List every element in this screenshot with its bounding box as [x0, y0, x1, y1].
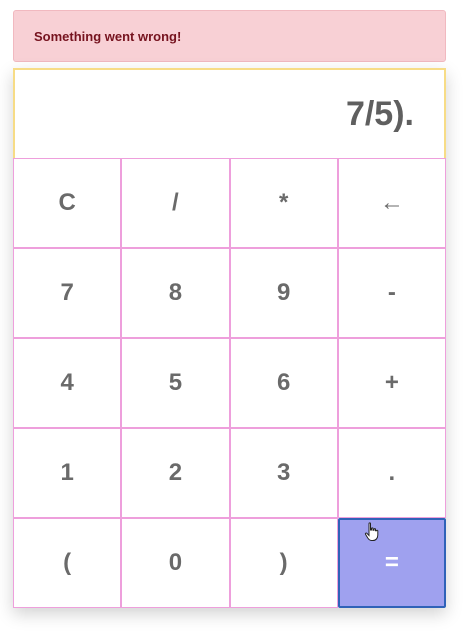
multiply-button[interactable]: *: [229, 158, 338, 248]
page: Something went wrong! 7/5). C / * ← 7 8 …: [0, 0, 465, 637]
digit-5-button[interactable]: 5: [121, 338, 230, 428]
digit-7-button[interactable]: 7: [13, 248, 122, 338]
digit-1-button[interactable]: 1: [13, 428, 122, 518]
digit-4-button[interactable]: 4: [13, 338, 122, 428]
digit-9-button[interactable]: 9: [229, 248, 338, 338]
digit-6-button[interactable]: 6: [229, 338, 338, 428]
equals-label: =: [384, 549, 399, 576]
add-button[interactable]: +: [337, 338, 446, 428]
error-message: Something went wrong!: [34, 28, 182, 44]
divide-button[interactable]: /: [121, 158, 230, 248]
close-paren-button[interactable]: ): [229, 518, 338, 608]
display-value: 7/5).: [345, 94, 414, 133]
digit-8-button[interactable]: 8: [121, 248, 230, 338]
error-alert: Something went wrong!: [13, 10, 446, 62]
keypad: C / * ← 7 8 9 - 4 5 6 + 1 2 3 . ( 0 ) =: [13, 158, 446, 608]
hand-pointer-icon: [364, 522, 379, 541]
open-paren-button[interactable]: (: [13, 518, 122, 608]
subtract-button[interactable]: -: [337, 248, 446, 338]
calculator: 7/5). C / * ← 7 8 9 - 4 5 6 + 1 2 3 . ( …: [13, 68, 446, 608]
digit-3-button[interactable]: 3: [229, 428, 338, 518]
calculator-display: 7/5).: [13, 68, 446, 158]
digit-0-button[interactable]: 0: [121, 518, 230, 608]
digit-2-button[interactable]: 2: [121, 428, 230, 518]
decimal-button[interactable]: .: [337, 428, 446, 518]
equals-button[interactable]: =: [337, 518, 446, 608]
backspace-button[interactable]: ←: [337, 158, 446, 248]
clear-button[interactable]: C: [13, 158, 122, 248]
